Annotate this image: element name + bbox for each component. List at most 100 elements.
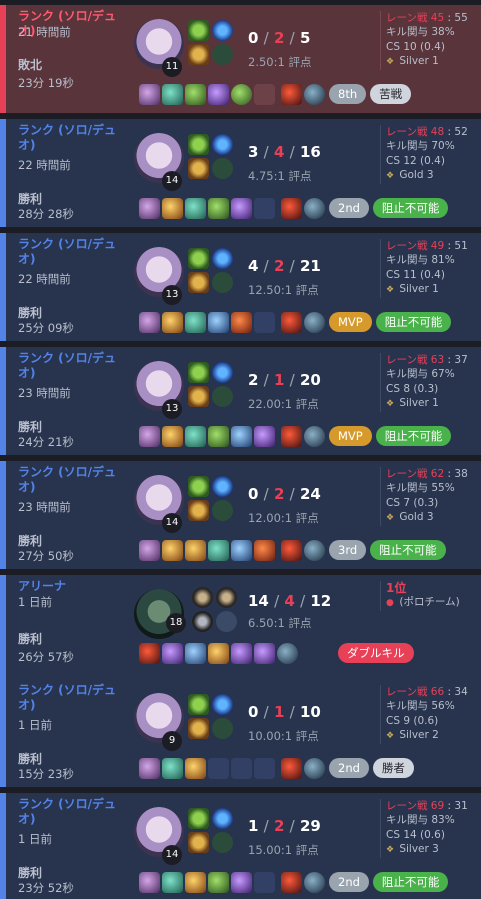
ward-icon[interactable] bbox=[304, 540, 325, 561]
item-build: 2nd 勝者 bbox=[139, 758, 414, 780]
summoner-spell-icon[interactable] bbox=[188, 158, 209, 179]
item-icon[interactable] bbox=[185, 312, 206, 333]
summoner-spell-icon[interactable] bbox=[188, 272, 209, 293]
item-icon[interactable] bbox=[185, 198, 206, 219]
item-icon[interactable] bbox=[139, 872, 160, 893]
summoner-spell-icon[interactable] bbox=[188, 362, 209, 383]
item-icon[interactable] bbox=[208, 643, 229, 664]
item-icon[interactable] bbox=[231, 872, 252, 893]
ward-icon[interactable] bbox=[304, 872, 325, 893]
item-icon[interactable] bbox=[162, 198, 183, 219]
item-icon[interactable] bbox=[162, 872, 183, 893]
summoner-spell-icon[interactable] bbox=[188, 832, 209, 853]
summoner-spell-icon[interactable] bbox=[188, 718, 209, 739]
trinket-icon[interactable] bbox=[281, 758, 302, 779]
augment-icon[interactable] bbox=[192, 587, 213, 608]
item-icon[interactable] bbox=[185, 872, 206, 893]
summoner-spell-icon[interactable] bbox=[188, 248, 209, 269]
item-icon[interactable] bbox=[139, 312, 160, 333]
item-icon[interactable] bbox=[208, 540, 229, 561]
trinket-icon[interactable] bbox=[281, 198, 302, 219]
item-icon[interactable] bbox=[185, 758, 206, 779]
item-icon[interactable] bbox=[162, 84, 183, 105]
augment-icon[interactable] bbox=[216, 611, 237, 632]
summoner-spell-icon[interactable] bbox=[188, 476, 209, 497]
rune-icon[interactable] bbox=[212, 808, 233, 829]
item-icon[interactable] bbox=[139, 758, 160, 779]
rune-icon[interactable] bbox=[212, 272, 233, 293]
item-icon[interactable] bbox=[139, 643, 160, 664]
ward-icon[interactable] bbox=[304, 312, 325, 333]
trinket-icon[interactable] bbox=[281, 540, 302, 561]
ward-icon[interactable] bbox=[304, 84, 325, 105]
item-icon[interactable] bbox=[139, 84, 160, 105]
rune-icon[interactable] bbox=[212, 362, 233, 383]
item-icon[interactable] bbox=[208, 84, 229, 105]
poro-team-icon: ● bbox=[386, 598, 394, 609]
item-icon[interactable] bbox=[139, 426, 160, 447]
item-icon[interactable] bbox=[254, 426, 275, 447]
cs: CS 7 (0.3) bbox=[386, 496, 439, 509]
match-card[interactable]: アリーナ 1 日前 勝利 26分 57秒 18 14 / 4 / 12 6.50… bbox=[0, 575, 481, 683]
item-icon[interactable] bbox=[139, 198, 160, 219]
rune-icon[interactable] bbox=[212, 500, 233, 521]
item-icon[interactable] bbox=[185, 643, 206, 664]
match-card[interactable]: ランク (ソロ/デュオ) 23 時間前 勝利 24分 21秒 13 2 / 1 … bbox=[0, 347, 481, 455]
match-card[interactable]: ランク (ソロ/デュオ) 1 日前 勝利 23分 52秒 14 1 / 2 / … bbox=[0, 793, 481, 899]
item-icon[interactable] bbox=[277, 643, 298, 664]
rune-icon[interactable] bbox=[212, 134, 233, 155]
item-icon[interactable] bbox=[162, 643, 183, 664]
ward-icon[interactable] bbox=[304, 758, 325, 779]
item-icon[interactable] bbox=[185, 84, 206, 105]
item-icon[interactable] bbox=[162, 758, 183, 779]
rune-icon[interactable] bbox=[212, 832, 233, 853]
item-icon[interactable] bbox=[231, 312, 252, 333]
summoner-spell-icon[interactable] bbox=[188, 694, 209, 715]
item-icon[interactable] bbox=[185, 540, 206, 561]
item-icon[interactable] bbox=[208, 312, 229, 333]
rune-icon[interactable] bbox=[212, 248, 233, 269]
item-icon[interactable] bbox=[231, 643, 252, 664]
augment-icon[interactable] bbox=[192, 611, 213, 632]
item-icon[interactable] bbox=[231, 198, 252, 219]
item-icon[interactable] bbox=[231, 84, 252, 105]
item-icon[interactable] bbox=[254, 540, 275, 561]
rune-icon[interactable] bbox=[212, 158, 233, 179]
match-card[interactable]: ランク (ソロ/デュオ) 23 時間前 勝利 27分 50秒 14 0 / 2 … bbox=[0, 461, 481, 569]
summoner-spell-icon[interactable] bbox=[188, 134, 209, 155]
summoner-spell-icon[interactable] bbox=[188, 500, 209, 521]
augment-icon[interactable] bbox=[216, 587, 237, 608]
item-icon[interactable] bbox=[139, 540, 160, 561]
trinket-icon[interactable] bbox=[281, 426, 302, 447]
item-icon[interactable] bbox=[208, 872, 229, 893]
summoner-spell-icon[interactable] bbox=[188, 386, 209, 407]
rune-icon[interactable] bbox=[212, 694, 233, 715]
summoner-spell-icon[interactable] bbox=[188, 808, 209, 829]
rune-icon[interactable] bbox=[212, 20, 233, 41]
trinket-icon[interactable] bbox=[281, 872, 302, 893]
ward-icon[interactable] bbox=[304, 198, 325, 219]
rune-icon[interactable] bbox=[212, 718, 233, 739]
item-icon[interactable] bbox=[208, 198, 229, 219]
item-icon[interactable] bbox=[162, 540, 183, 561]
rune-icon[interactable] bbox=[212, 476, 233, 497]
match-card[interactable]: ランク (ソロ/デュオ) 22 時間前 勝利 25分 09秒 13 4 / 2 … bbox=[0, 233, 481, 341]
rune-icon[interactable] bbox=[212, 386, 233, 407]
ward-icon[interactable] bbox=[304, 426, 325, 447]
trinket-icon[interactable] bbox=[281, 84, 302, 105]
summoner-spell-icon[interactable] bbox=[188, 20, 209, 41]
match-card[interactable]: ランク (ソロ/デュオ) 1 日前 勝利 15分 23秒 9 0 / 1 / 1… bbox=[0, 679, 481, 787]
item-icon[interactable] bbox=[231, 540, 252, 561]
item-icon[interactable] bbox=[162, 312, 183, 333]
rune-icon[interactable] bbox=[212, 44, 233, 65]
trinket-icon[interactable] bbox=[281, 312, 302, 333]
item-icon[interactable] bbox=[208, 426, 229, 447]
item-icon[interactable] bbox=[231, 426, 252, 447]
item-icon[interactable] bbox=[162, 426, 183, 447]
match-card[interactable]: ランク (ソロ/デュオ) 21 時間前 敗北 23分 19秒 11 0 / 2 … bbox=[0, 5, 481, 113]
item-icon[interactable] bbox=[185, 426, 206, 447]
item-icon[interactable] bbox=[254, 643, 275, 664]
summoner-spell-icon[interactable] bbox=[188, 44, 209, 65]
match-card[interactable]: ランク (ソロ/デュオ) 22 時間前 勝利 28分 28秒 14 3 / 4 … bbox=[0, 119, 481, 227]
match-duration: 25分 09秒 bbox=[18, 321, 74, 335]
